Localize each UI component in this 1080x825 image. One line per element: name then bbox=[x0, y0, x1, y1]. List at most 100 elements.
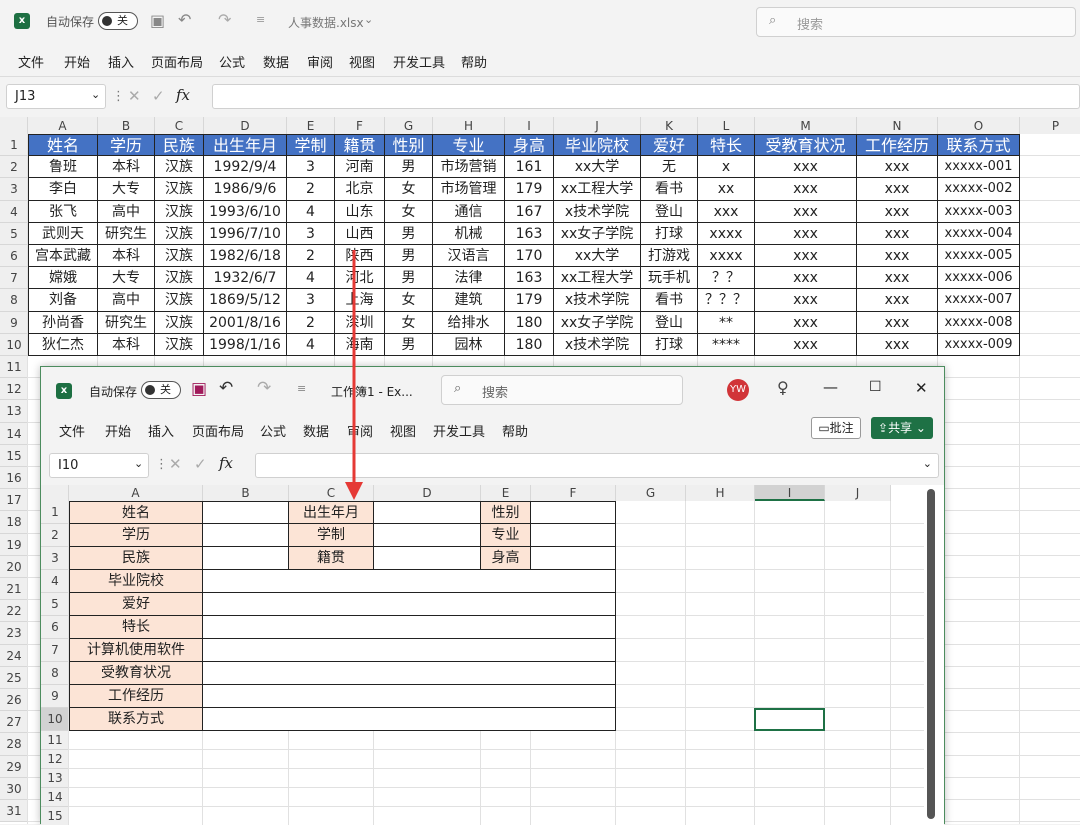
column-header[interactable]: I bbox=[505, 117, 554, 134]
form-value-cell[interactable] bbox=[203, 616, 616, 639]
table-cell[interactable]: xxx bbox=[698, 200, 755, 223]
table-cell[interactable]: 180 bbox=[505, 311, 554, 334]
table-cell[interactable]: 163 bbox=[505, 267, 554, 290]
tab-view[interactable]: 视图 bbox=[390, 421, 416, 440]
close-icon[interactable]: ✕ bbox=[915, 379, 928, 397]
form-value-cell[interactable] bbox=[374, 524, 481, 547]
form-value-cell[interactable] bbox=[203, 593, 616, 616]
table-cell[interactable]: 机械 bbox=[433, 222, 505, 245]
row-header[interactable]: 29 bbox=[0, 755, 28, 778]
table-cell[interactable]: 163 bbox=[505, 222, 554, 245]
table-header-cell[interactable]: 专业 bbox=[433, 134, 505, 157]
row-header[interactable]: 7 bbox=[0, 267, 28, 290]
table-cell[interactable]: xxx bbox=[755, 289, 857, 312]
column-header[interactable]: A bbox=[69, 485, 203, 501]
table-cell[interactable]: 2 bbox=[287, 311, 335, 334]
table-cell[interactable]: xxx bbox=[755, 156, 857, 179]
row-header[interactable]: 10 bbox=[41, 708, 69, 731]
table-cell[interactable]: xxxx bbox=[698, 245, 755, 268]
customize-icon[interactable]: ≡ bbox=[256, 13, 265, 26]
table-cell[interactable]: 汉族 bbox=[155, 222, 204, 245]
table-cell[interactable]: xxx bbox=[857, 267, 938, 290]
table-cell[interactable]: 法律 bbox=[433, 267, 505, 290]
tab-data[interactable]: 数据 bbox=[263, 52, 289, 71]
row-header[interactable]: 3 bbox=[0, 178, 28, 201]
table-cell[interactable]: 2001/8/16 bbox=[204, 311, 287, 334]
row-header[interactable]: 23 bbox=[0, 622, 28, 645]
table-cell[interactable]: xxx bbox=[857, 311, 938, 334]
row-header[interactable]: 13 bbox=[41, 769, 69, 788]
name-box[interactable]: I10 ⌄ bbox=[49, 453, 149, 478]
table-cell[interactable]: xxx bbox=[857, 156, 938, 179]
row-header[interactable]: 20 bbox=[0, 555, 28, 578]
table-cell[interactable]: 高中 bbox=[98, 289, 155, 312]
tab-data[interactable]: 数据 bbox=[303, 421, 329, 440]
column-header[interactable]: A bbox=[28, 117, 98, 134]
column-header[interactable]: N bbox=[857, 117, 938, 134]
table-header-cell[interactable]: 籍贯 bbox=[335, 134, 385, 157]
row-header[interactable]: 14 bbox=[0, 422, 28, 445]
table-cell[interactable]: 161 bbox=[505, 156, 554, 179]
row-header[interactable]: 4 bbox=[0, 200, 28, 223]
table-cell[interactable]: xxxxx-003 bbox=[938, 200, 1020, 223]
table-cell[interactable]: 1998/1/16 bbox=[204, 333, 287, 356]
tab-formulas[interactable]: 公式 bbox=[219, 52, 245, 71]
table-header-cell[interactable]: 爱好 bbox=[641, 134, 698, 157]
table-cell[interactable]: 张飞 bbox=[28, 200, 98, 223]
table-header-cell[interactable]: 性别 bbox=[385, 134, 433, 157]
tab-help[interactable]: 帮助 bbox=[502, 421, 528, 440]
column-header[interactable]: K bbox=[641, 117, 698, 134]
table-cell[interactable]: 1993/6/10 bbox=[204, 200, 287, 223]
table-cell[interactable]: 汉族 bbox=[155, 311, 204, 334]
table-cell[interactable]: 玩手机 bbox=[641, 267, 698, 290]
table-header-cell[interactable]: 出生年月 bbox=[204, 134, 287, 157]
table-cell[interactable]: 170 bbox=[505, 245, 554, 268]
column-header[interactable]: F bbox=[335, 117, 385, 134]
row-header[interactable]: 13 bbox=[0, 400, 28, 423]
column-header[interactable]: B bbox=[98, 117, 155, 134]
table-cell[interactable]: 武则天 bbox=[28, 222, 98, 245]
table-header-cell[interactable]: 特长 bbox=[698, 134, 755, 157]
column-header[interactable]: D bbox=[374, 485, 481, 501]
table-cell[interactable]: 2 bbox=[287, 178, 335, 201]
table-cell[interactable]: 大专 bbox=[98, 267, 155, 290]
table-cell[interactable]: xxxxx-006 bbox=[938, 267, 1020, 290]
table-header-cell[interactable]: 民族 bbox=[155, 134, 204, 157]
form-value-cell[interactable] bbox=[531, 524, 616, 547]
table-cell[interactable]: x技术学院 bbox=[554, 289, 641, 312]
table-cell[interactable]: 河南 bbox=[335, 156, 385, 179]
table-cell[interactable]: 本科 bbox=[98, 156, 155, 179]
search-box[interactable]: ⌕ 搜索 bbox=[756, 7, 1076, 37]
form-value-cell[interactable] bbox=[374, 547, 481, 570]
table-cell[interactable]: 宫本武藏 bbox=[28, 245, 98, 268]
row-header[interactable]: 15 bbox=[0, 444, 28, 467]
table-cell[interactable]: 3 bbox=[287, 222, 335, 245]
row-header[interactable]: 18 bbox=[0, 511, 28, 534]
table-cell[interactable]: ？？？ bbox=[698, 289, 755, 312]
row-header[interactable]: 11 bbox=[0, 356, 28, 379]
table-cell[interactable]: xxxxx-004 bbox=[938, 222, 1020, 245]
table-cell[interactable]: 本科 bbox=[98, 245, 155, 268]
table-cell[interactable]: 男 bbox=[385, 333, 433, 356]
table-cell[interactable]: xxx bbox=[857, 178, 938, 201]
column-header[interactable]: D bbox=[204, 117, 287, 134]
row-header[interactable]: 8 bbox=[41, 662, 69, 685]
table-cell[interactable]: 园林 bbox=[433, 333, 505, 356]
column-header[interactable]: C bbox=[155, 117, 204, 134]
row-header[interactable]: 1 bbox=[0, 134, 28, 157]
table-cell[interactable]: ** bbox=[698, 311, 755, 334]
row-header[interactable]: 4 bbox=[41, 570, 69, 593]
table-cell[interactable]: xx工程大学 bbox=[554, 267, 641, 290]
form-value-cell[interactable] bbox=[203, 524, 289, 547]
row-header[interactable]: 10 bbox=[0, 333, 28, 356]
table-cell[interactable]: x bbox=[698, 156, 755, 179]
table-header-cell[interactable]: 学历 bbox=[98, 134, 155, 157]
select-all-corner[interactable] bbox=[41, 485, 69, 501]
table-cell[interactable]: xxxxx-001 bbox=[938, 156, 1020, 179]
table-cell[interactable]: xxx bbox=[755, 267, 857, 290]
form-value-cell[interactable] bbox=[203, 547, 289, 570]
customize-icon[interactable]: ≡ bbox=[297, 382, 306, 395]
row-header[interactable]: 2 bbox=[41, 524, 69, 547]
undo-icon[interactable]: ↶ bbox=[178, 10, 191, 29]
column-header[interactable]: M bbox=[755, 117, 857, 134]
